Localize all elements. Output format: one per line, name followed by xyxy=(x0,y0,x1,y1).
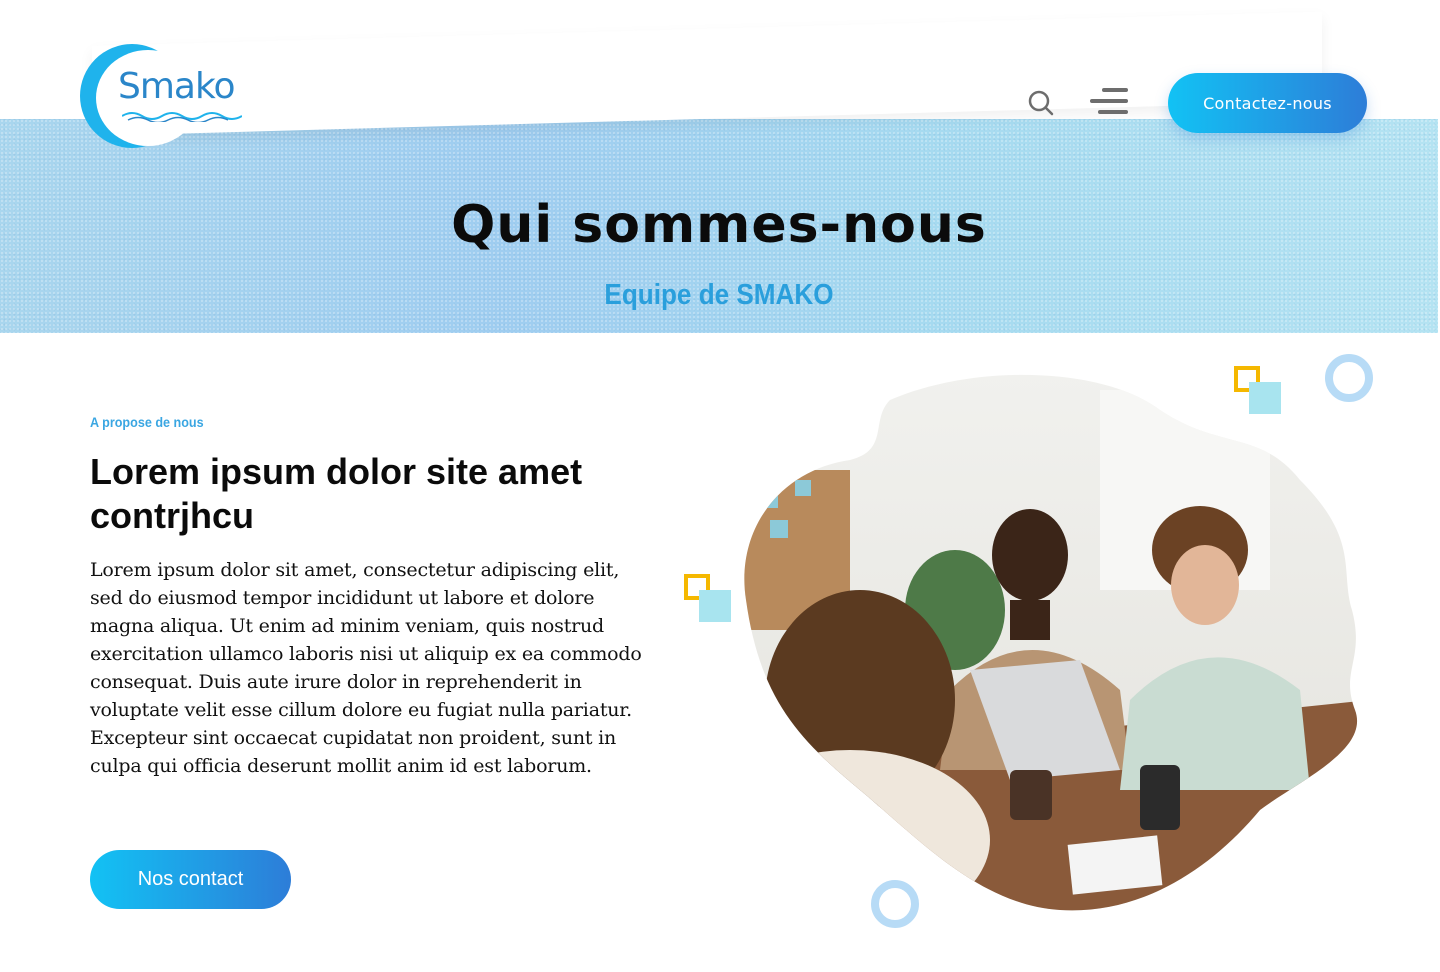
logo-waves-icon xyxy=(122,112,242,122)
deco-square xyxy=(699,590,731,622)
logo-text: Smako xyxy=(118,66,236,107)
menu-icon[interactable] xyxy=(1088,86,1128,118)
contact-button[interactable]: Contactez-nous xyxy=(1168,73,1367,133)
menu-line xyxy=(1098,110,1128,114)
page-title: Qui sommes-nous xyxy=(451,195,987,255)
section-title: Lorem ipsum dolor site amet contrjhcu xyxy=(90,451,583,536)
menu-line xyxy=(1090,99,1128,103)
nos-contact-button[interactable]: Nos contact xyxy=(90,850,291,909)
search-icon[interactable] xyxy=(1027,89,1055,117)
deco-ring xyxy=(871,880,919,928)
team-photo xyxy=(744,374,1358,911)
deco-ring xyxy=(1325,354,1373,402)
section-kicker: A propose de nous xyxy=(90,414,204,430)
logo[interactable]: Smako xyxy=(80,44,250,148)
hero-banner: Qui sommes-nous Equipe de SMAKO xyxy=(0,119,1438,333)
page-subtitle: Equipe de SMAKO xyxy=(604,279,834,311)
section-body: Lorem ipsum dolor sit amet, consectetur … xyxy=(90,559,642,777)
page: Qui sommes-nous Equipe de SMAKO Smako Co… xyxy=(0,0,1440,972)
menu-line xyxy=(1102,88,1128,92)
deco-square xyxy=(1249,382,1281,414)
header-bar xyxy=(92,11,1322,136)
